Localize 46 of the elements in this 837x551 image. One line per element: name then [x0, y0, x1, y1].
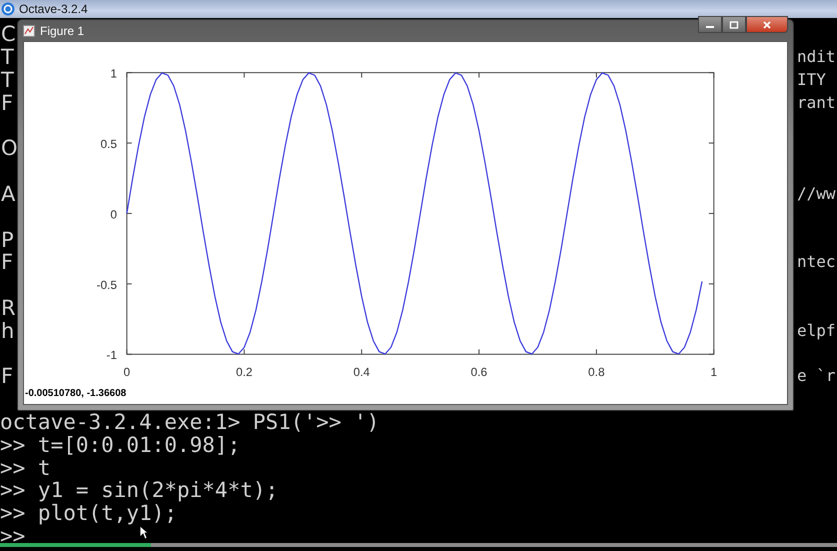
console-text: rant	[797, 92, 836, 113]
console-command: >>	[0, 524, 26, 547]
console-text: h	[0, 320, 14, 342]
console-text: T	[0, 68, 14, 91]
window-title: Octave-3.2.4	[19, 2, 88, 16]
close-icon	[762, 20, 772, 28]
x-tick-label: 0.4	[353, 365, 370, 378]
x-tick-label: 0.2	[236, 365, 252, 378]
console-command: >> t=[0:0.01:0.98];	[0, 434, 240, 456]
console-text: ndit	[797, 47, 836, 68]
console-text: R	[0, 296, 16, 319]
console-text: elpf	[797, 320, 836, 341]
console-text: T	[0, 46, 14, 68]
console-text: O	[0, 137, 18, 160]
console-command: >> t	[0, 456, 51, 479]
x-tick-label: 0.8	[588, 365, 605, 378]
x-tick-label: 0	[124, 365, 130, 378]
console-text: C	[0, 23, 16, 46]
console-text: //ww	[797, 184, 836, 204]
app-icon	[1, 2, 15, 16]
y-tick-label: -0.5	[96, 278, 117, 292]
console-text: A	[0, 182, 16, 205]
close-button[interactable]	[746, 16, 788, 33]
figure-icon	[23, 24, 35, 36]
console-text: P	[0, 228, 14, 251]
console-text: e `r	[797, 366, 836, 386]
maximize-button[interactable]	[722, 16, 746, 33]
window-title: Figure 1	[40, 24, 84, 38]
console-command: >> y1 = sin(2*pi*4*t);	[0, 479, 278, 502]
y-tick-label: 1	[110, 66, 117, 81]
console-command: octave-3.2.4.exe:1> PS1('>> ')	[0, 410, 380, 433]
console-text: F	[0, 92, 14, 114]
mouse-cursor-icon	[139, 525, 149, 540]
y-tick-label: 0.5	[100, 137, 117, 151]
y-tick-label: -1	[106, 348, 117, 362]
x-tick-label: 1	[710, 365, 718, 378]
console-text: ITY	[797, 70, 826, 90]
y-tick-label: 0	[110, 207, 117, 222]
x-tick-label: 0.6	[470, 365, 488, 378]
cursor-coordinates: -0.00510780, -1.36608	[24, 387, 128, 399]
console-command: >> plot(t,y1);	[0, 502, 178, 524]
console-text: ntec	[797, 252, 836, 272]
console-text: F	[0, 365, 14, 388]
maximize-icon	[729, 20, 739, 28]
console-text: F	[0, 251, 14, 274]
minimize-button[interactable]	[698, 16, 722, 33]
